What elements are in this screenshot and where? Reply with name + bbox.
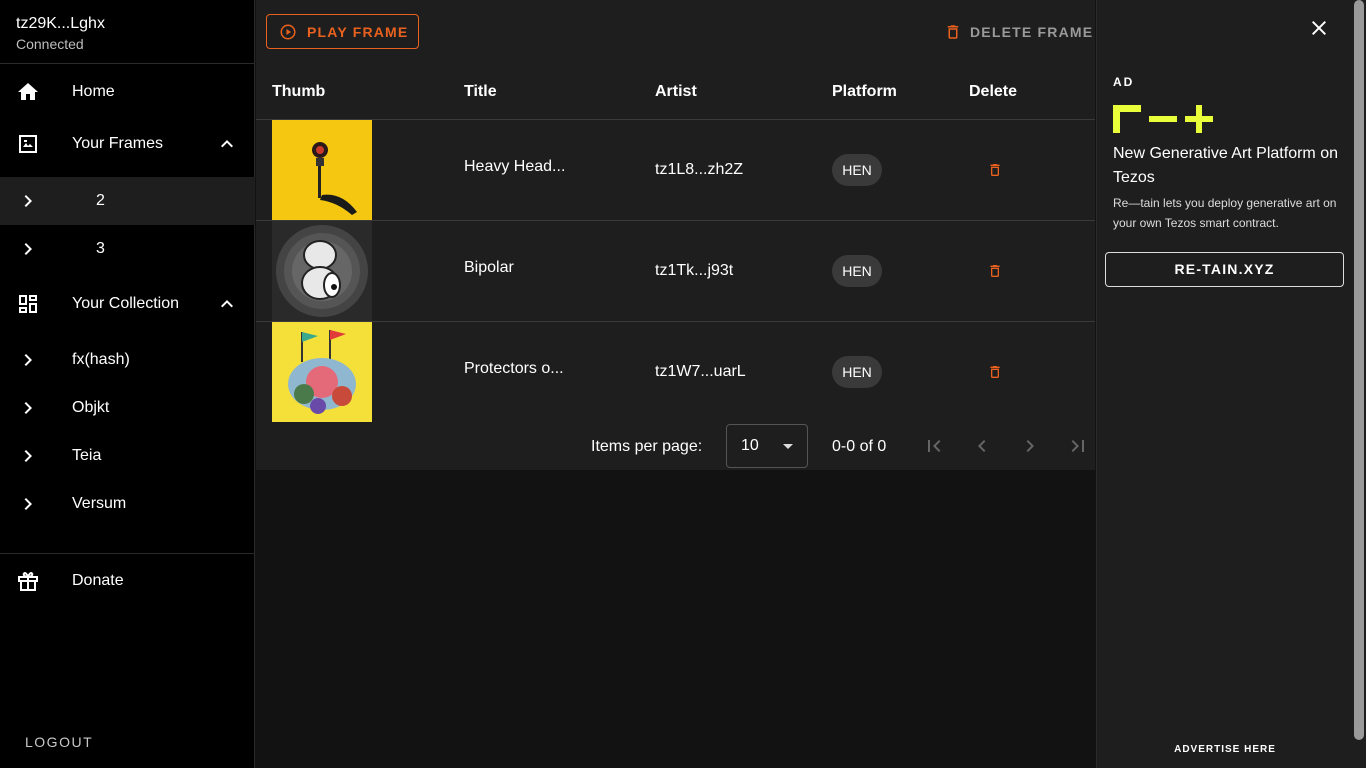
table-pagination: Items per page: 10 0-0 of 0	[256, 422, 1095, 470]
play-circle-icon	[280, 24, 296, 40]
column-header-platform: Platform	[832, 83, 897, 100]
ad-panel: AD New Generative Art Platform on Tezos …	[1096, 0, 1352, 768]
ad-headline: New Generative Art Platform on Tezos	[1113, 145, 1338, 186]
wallet-address: tz29K...Lghx	[16, 15, 105, 32]
platform-chip: HEN	[832, 356, 882, 388]
chevron-right-icon	[24, 195, 32, 207]
logout-button[interactable]: LOGOUT	[25, 734, 93, 750]
nav-collection-teia[interactable]: Teia	[0, 432, 255, 480]
nav-frame-label: 2	[96, 192, 105, 209]
connection-status: Connected	[16, 36, 84, 52]
trash-icon[interactable]	[987, 364, 1003, 380]
column-header-thumb: Thumb	[272, 83, 326, 100]
nav-frame-label: 3	[96, 240, 105, 257]
account-header: tz29K...Lghx Connected	[0, 0, 254, 64]
nav-home[interactable]: Home	[0, 68, 255, 116]
table-header: Thumb Title Artist Platform Delete	[256, 64, 1095, 120]
chevron-up-icon[interactable]	[215, 132, 239, 156]
trash-icon[interactable]	[987, 263, 1003, 279]
table-row[interactable]: Heavy Head... tz1L8...zh2Z HEN	[256, 120, 1095, 221]
artist-address: tz1L8...zh2Z	[655, 161, 744, 178]
artwork-thumbnail	[272, 120, 372, 220]
nav-your-collection[interactable]: Your Collection	[0, 280, 255, 328]
frame-table: Thumb Title Artist Platform Delete Heavy…	[256, 64, 1095, 470]
table-row[interactable]: Bipolar tz1Tk...j93t HEN	[256, 221, 1095, 322]
close-icon[interactable]	[1307, 16, 1331, 40]
artwork-title: Bipolar	[464, 259, 514, 276]
sidebar: tz29K...Lghx Connected Home Your Frames …	[0, 0, 255, 768]
delete-frame-button[interactable]: DELETE FRAME	[944, 20, 1094, 44]
ad-description: Re—tain lets you deploy generative art o…	[1113, 196, 1337, 230]
play-frame-button[interactable]: PLAY FRAME	[266, 14, 419, 49]
home-icon	[18, 83, 38, 100]
play-frame-label: PLAY FRAME	[307, 24, 409, 40]
scrollbar[interactable]	[1352, 0, 1366, 768]
items-per-page-select[interactable]: 10	[726, 424, 808, 468]
chevron-right-icon	[24, 354, 32, 366]
page-range: 0-0 of 0	[832, 438, 887, 455]
sidebar-divider	[0, 553, 255, 554]
dashboard-icon	[19, 295, 37, 313]
first-page-icon[interactable]	[922, 434, 946, 458]
artwork-thumbnail	[272, 221, 372, 321]
trash-icon	[947, 25, 959, 39]
chevron-up-icon[interactable]	[215, 292, 239, 316]
ad-cta-button[interactable]: RE-TAIN.XYZ	[1105, 252, 1344, 287]
nav-collection-label: Versum	[72, 495, 127, 512]
column-header-title: Title	[464, 83, 497, 100]
nav-your-collection-label: Your Collection	[72, 295, 180, 312]
chevron-right-icon	[24, 450, 32, 462]
artwork-title: Protectors o...	[464, 360, 564, 377]
items-per-page-label: Items per page:	[591, 438, 703, 455]
artist-address: tz1Tk...j93t	[655, 262, 734, 279]
platform-chip: HEN	[832, 154, 882, 186]
artwork-thumbnail	[272, 322, 372, 422]
delete-frame-label: DELETE FRAME	[970, 24, 1094, 40]
chevron-right-icon	[24, 402, 32, 414]
nav-your-frames[interactable]: Your Frames	[0, 120, 255, 168]
column-header-artist: Artist	[655, 83, 697, 100]
ad-label: AD	[1113, 75, 1135, 89]
nav-frame-2[interactable]: 2	[0, 177, 255, 225]
trash-icon[interactable]	[987, 162, 1003, 178]
nav-collection-label: fx(hash)	[72, 351, 130, 368]
nav-collection-fxhash[interactable]: fx(hash)	[0, 336, 255, 384]
platform-chip: HEN	[832, 255, 882, 287]
chevron-right-icon	[24, 243, 32, 255]
retain-logo	[1113, 105, 1213, 133]
nav-frame-3[interactable]: 3	[0, 225, 255, 273]
nav-collection-label: Teia	[72, 447, 102, 464]
previous-page-icon[interactable]	[970, 434, 994, 458]
frame-image-icon	[19, 135, 37, 153]
nav-donate[interactable]: Donate	[0, 557, 255, 605]
advertise-here-link[interactable]: ADVERTISE HERE	[1097, 744, 1353, 755]
frame-toolbar: PLAY FRAME DELETE FRAME	[256, 0, 1095, 64]
next-page-icon[interactable]	[1018, 434, 1042, 458]
nav-collection-versum[interactable]: Versum	[0, 480, 255, 528]
nav-collection-label: Objkt	[72, 399, 110, 416]
nav-your-frames-label: Your Frames	[72, 135, 163, 152]
nav-home-label: Home	[72, 83, 115, 100]
column-header-delete: Delete	[969, 83, 1018, 100]
scrollbar-thumb[interactable]	[1354, 0, 1364, 740]
last-page-icon[interactable]	[1066, 434, 1090, 458]
artist-address: tz1W7...uarL	[655, 363, 746, 380]
chevron-right-icon	[24, 498, 32, 510]
nav-collection-objkt[interactable]: Objkt	[0, 384, 255, 432]
artwork-title: Heavy Head...	[464, 158, 566, 175]
items-per-page-value: 10	[741, 437, 759, 454]
gift-icon	[18, 572, 38, 591]
dropdown-arrow-icon	[783, 444, 793, 449]
table-row[interactable]: Protectors o... tz1W7...uarL HEN	[256, 322, 1095, 423]
nav-donate-label: Donate	[72, 572, 124, 589]
main-content: PLAY FRAME DELETE FRAME Thumb Title Arti…	[256, 0, 1095, 768]
